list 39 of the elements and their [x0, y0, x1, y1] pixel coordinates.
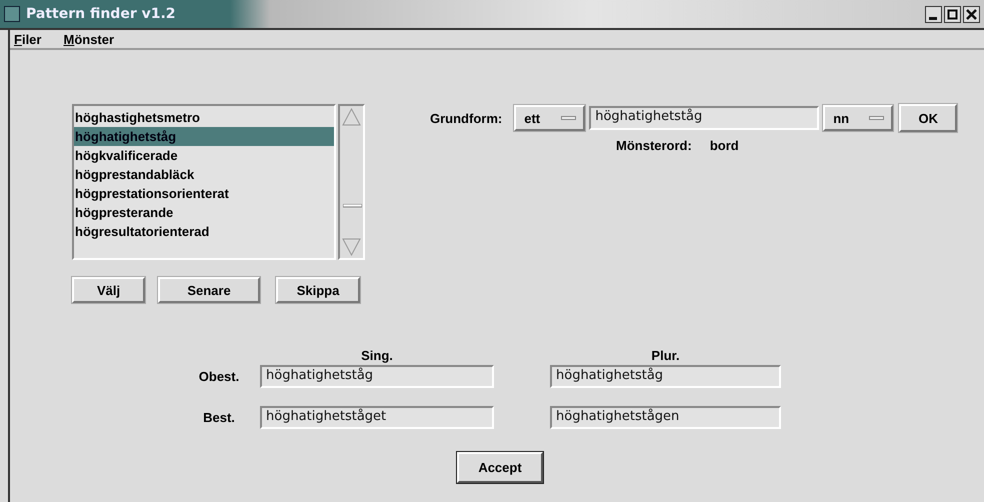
list-item[interactable]: högpresterande [74, 203, 334, 222]
column-header: Plur. [651, 348, 680, 363]
pattern-word: bord [710, 138, 739, 153]
row-label: Obest. [198, 369, 240, 384]
option-indicator-icon [869, 116, 884, 120]
list-item[interactable]: högprestationsorienterat [74, 184, 334, 203]
action-button[interactable]: Välj [72, 277, 145, 303]
ok-button[interactable]: OK [899, 104, 958, 132]
menu-item[interactable]: Filer [12, 32, 44, 46]
input-field[interactable]: höghatighetståg [550, 365, 781, 388]
window-title: Pattern finder v1.2 [26, 6, 177, 22]
accept-button[interactable]: Accept [457, 452, 543, 483]
scroll-down-icon[interactable] [342, 238, 361, 256]
input-field[interactable]: höghatighetstågen [550, 406, 781, 429]
option-indicator-icon [561, 116, 576, 120]
option-menu[interactable]: nn [823, 105, 894, 131]
scrollbar-thumb[interactable] [343, 204, 362, 208]
input-field[interactable]: höghatighetståg [589, 106, 820, 130]
column-header: Sing. [361, 348, 393, 363]
menu-item[interactable]: Mönster [61, 32, 116, 46]
action-button[interactable]: Senare [158, 277, 260, 303]
field-label: Mönsterord: [616, 138, 692, 153]
row-label: Best. [203, 410, 235, 425]
option-menu[interactable]: ett [514, 105, 586, 131]
close-icon[interactable] [963, 6, 980, 22]
action-button[interactable]: Skippa [276, 277, 360, 303]
input-field[interactable]: höghatighetståget [260, 406, 494, 429]
input-field[interactable]: höghatighetståg [260, 365, 494, 388]
list-item[interactable]: högprestandabläck [74, 165, 334, 184]
minimize-icon[interactable] [925, 6, 942, 22]
list-item[interactable]: höghastighetsmetro [74, 108, 334, 127]
field-label: Grundform: [430, 110, 502, 126]
scroll-up-icon[interactable] [342, 108, 361, 126]
maximize-icon[interactable] [944, 6, 961, 22]
scrollbar[interactable] [338, 104, 365, 260]
list-item[interactable]: högresultatorienterad [74, 222, 334, 241]
list-item[interactable]: högkvalificerade [74, 146, 334, 165]
list-item[interactable]: höghatighetståg [74, 127, 334, 146]
window-icon [4, 6, 20, 22]
